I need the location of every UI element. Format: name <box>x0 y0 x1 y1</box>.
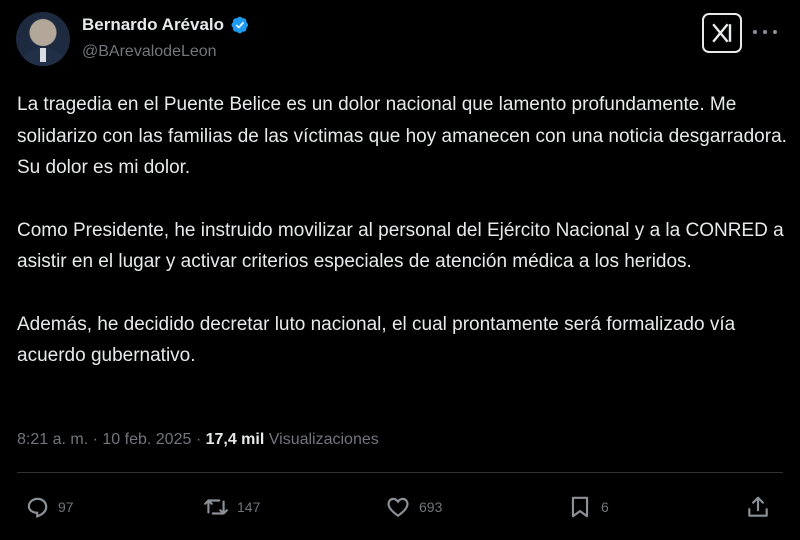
repost-count: 147 <box>237 499 261 515</box>
author-name-row[interactable]: Bernardo Arévalo <box>82 15 250 35</box>
more-icon[interactable] <box>753 22 777 42</box>
meta-separator: · <box>195 431 202 448</box>
views-count: 17,4 mil <box>205 431 265 448</box>
avatar-collar <box>40 48 46 62</box>
share-icon <box>745 494 771 520</box>
tweet-card: Bernardo Arévalo @BArevalodeLeon La trag… <box>0 0 800 540</box>
reply-button[interactable]: 97 <box>24 494 74 520</box>
repost-button[interactable]: 147 <box>203 494 260 520</box>
meta-separator: · <box>92 431 98 448</box>
reply-icon <box>24 494 50 520</box>
verified-badge-icon <box>230 15 250 35</box>
tweet-meta: 8:21 a. m. · 10 feb. 2025 · 17,4 mil Vis… <box>17 431 379 449</box>
display-name[interactable]: Bernardo Arévalo <box>82 15 224 35</box>
x-logo-icon[interactable] <box>702 13 742 53</box>
action-bar: 97 147 693 6 <box>0 494 800 524</box>
like-button[interactable]: 693 <box>385 494 442 520</box>
tweet-paragraph: La tragedia en el Puente Belice es un do… <box>17 94 787 178</box>
tweet-time[interactable]: 8:21 a. m. <box>17 431 88 448</box>
bookmark-count: 6 <box>601 499 609 515</box>
repost-icon <box>203 494 229 520</box>
heart-icon <box>385 494 411 520</box>
like-count: 693 <box>419 499 443 515</box>
tweet-text: La tragedia en el Puente Belice es un do… <box>17 89 787 372</box>
tweet-paragraph: Como Presidente, he instruido movilizar … <box>17 219 784 273</box>
divider <box>17 472 783 473</box>
bookmark-button[interactable]: 6 <box>567 494 609 520</box>
tweet-date[interactable]: 10 feb. 2025 <box>102 431 191 448</box>
avatar[interactable] <box>16 12 70 66</box>
user-handle[interactable]: @BArevalodeLeon <box>82 43 217 61</box>
views-label: Visualizaciones <box>268 431 379 448</box>
reply-count: 97 <box>58 499 74 515</box>
bookmark-icon <box>567 494 593 520</box>
tweet-paragraph: Además, he decidido decretar luto nacion… <box>17 313 736 367</box>
share-button[interactable] <box>745 494 771 520</box>
